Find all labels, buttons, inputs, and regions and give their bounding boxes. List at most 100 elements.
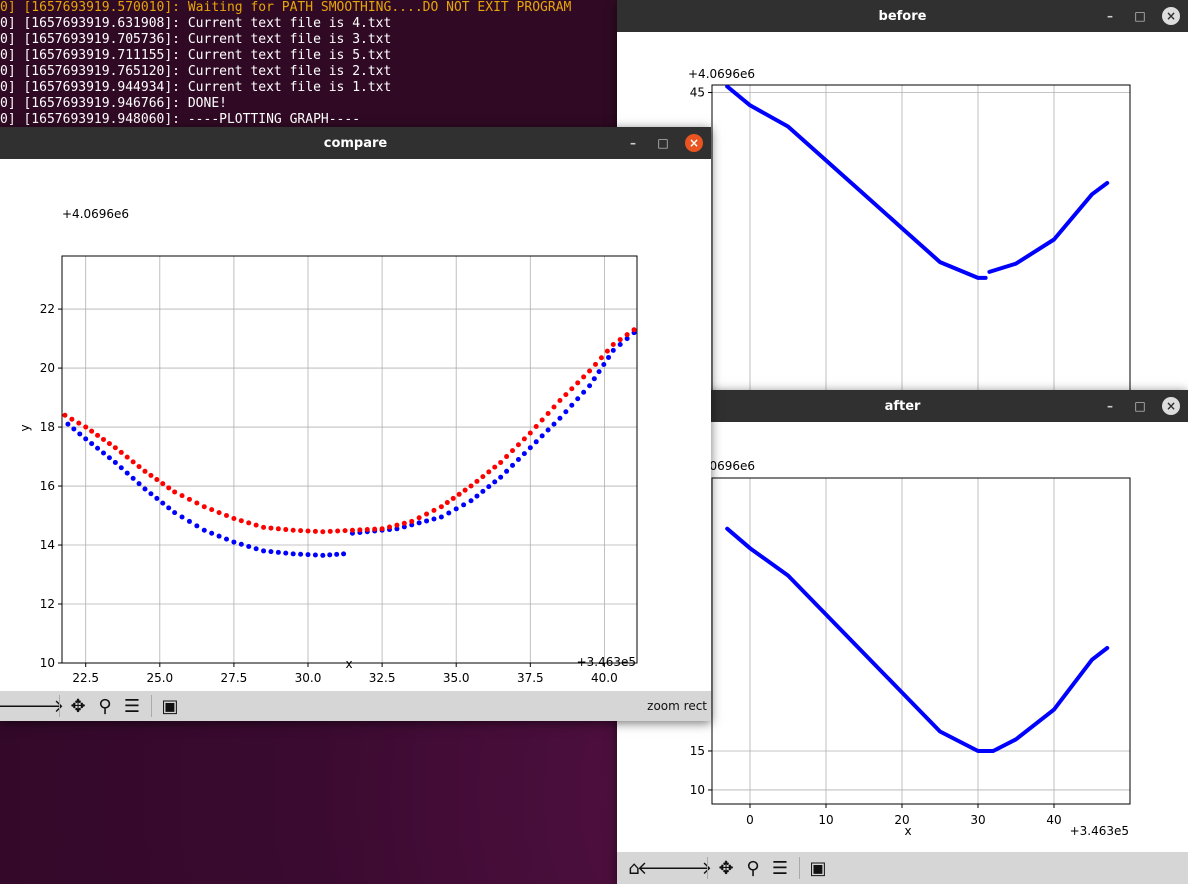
data-point — [231, 515, 237, 521]
data-point — [246, 520, 252, 526]
data-point — [95, 445, 101, 451]
data-point — [453, 506, 459, 512]
data-point — [124, 470, 130, 476]
x-tick-label: 40.0 — [591, 671, 618, 685]
data-point — [357, 527, 363, 533]
forward-arrow-icon[interactable]: 🡒 — [16, 693, 64, 719]
axes-frame — [711, 84, 1131, 394]
data-point — [209, 507, 215, 513]
data-point — [617, 337, 623, 343]
data-point — [569, 402, 575, 408]
data-point — [106, 455, 112, 461]
terminal-window: 0] [1657693919.570010]: Waiting for PATH… — [0, 0, 617, 130]
configure-subplots-icon[interactable]: ☰ — [767, 855, 793, 881]
maximize-icon[interactable]: □ — [1132, 398, 1148, 414]
data-point — [498, 474, 504, 480]
data-point — [581, 389, 587, 395]
x-offset-label: +3.463e5 — [1070, 824, 1129, 838]
data-point — [194, 500, 200, 506]
save-icon[interactable]: ▣ — [157, 693, 183, 719]
toolbar-divider — [799, 857, 800, 879]
y-offset-label: +4.0696e6 — [62, 207, 129, 221]
data-point — [95, 432, 101, 438]
data-point — [312, 528, 318, 534]
data-point — [238, 518, 244, 524]
data-point — [89, 441, 95, 447]
data-point — [601, 362, 607, 368]
data-point — [521, 436, 527, 442]
terminal-line: 0] [1657693919.948060]: ----PLOTTING GRA… — [0, 112, 361, 127]
data-point — [327, 528, 333, 534]
save-icon[interactable]: ▣ — [805, 855, 831, 881]
compare-titlebar[interactable]: compare – □ × — [0, 127, 711, 159]
data-point — [539, 417, 545, 423]
data-point — [569, 386, 575, 392]
data-layer — [725, 85, 1110, 280]
x-tick-label: 37.5 — [517, 671, 544, 685]
toolbar-divider — [707, 857, 708, 879]
data-point — [186, 496, 192, 502]
forward-arrow-icon[interactable]: 🡒 — [664, 855, 712, 881]
data-point — [461, 502, 467, 508]
data-point — [283, 527, 289, 533]
data-point — [136, 481, 142, 487]
y-tick-label: 10 — [40, 656, 55, 670]
data-point — [575, 396, 581, 402]
data-point — [604, 348, 610, 354]
data-point — [610, 341, 616, 347]
zoom-icon[interactable]: ⚲ — [92, 693, 118, 719]
data-point — [231, 539, 237, 545]
data-point — [154, 495, 160, 501]
minimize-icon[interactable]: – — [625, 135, 641, 151]
data-point — [424, 511, 430, 517]
minimize-icon[interactable]: – — [1102, 8, 1118, 24]
y-tick-label: 45 — [690, 86, 705, 100]
series-line — [725, 526, 1110, 753]
minimize-icon[interactable]: – — [1102, 398, 1118, 414]
data-point — [587, 383, 593, 389]
maximize-icon[interactable]: □ — [655, 135, 671, 151]
window-title: after — [884, 398, 921, 414]
data-point — [154, 477, 160, 483]
compare-plot-area[interactable]: 22.5 25.0 27.5 30.0 32.5 35.0 37.5 40.0 10 12 14 16… — [0, 159, 711, 691]
data-point — [372, 526, 378, 532]
data-point — [179, 514, 185, 520]
data-point — [335, 528, 341, 534]
data-point — [142, 486, 148, 492]
data-point — [298, 551, 304, 557]
data-point — [172, 489, 178, 495]
data-point — [581, 374, 587, 380]
data-point — [480, 474, 486, 480]
data-point — [462, 487, 468, 493]
terminal-line: 0] [1657693919.946766]: DONE! — [0, 96, 227, 111]
data-point — [320, 529, 326, 535]
terminal-line: 0] [1657693919.944934]: Current text fil… — [0, 80, 392, 95]
pan-icon[interactable]: ✥ — [713, 855, 739, 881]
close-icon[interactable]: × — [1162, 397, 1180, 415]
compare-chart[interactable]: 22.5 25.0 27.5 30.0 32.5 35.0 37.5 40.0 10 12 14 16… — [0, 159, 711, 691]
x-tick-label: 22.5 — [72, 671, 99, 685]
compare-toolbar: 🡐 🡒 ✥ ⚲ ☰ ▣ zoom rect — [0, 691, 711, 721]
terminal-line: 0] [1657693919.570010]: Waiting for PATH… — [0, 0, 572, 15]
y-tick-label: 16 — [40, 479, 55, 493]
axes-frame — [61, 255, 638, 664]
close-icon[interactable]: × — [685, 134, 703, 152]
maximize-icon[interactable]: □ — [1132, 8, 1148, 24]
data-point — [76, 420, 82, 426]
configure-subplots-icon[interactable]: ☰ — [119, 693, 145, 719]
plot-layer: 22.5 25.0 27.5 30.0 32.5 35.0 37.5 40.0 10 12 14 16… — [40, 255, 638, 685]
pan-icon[interactable]: ✥ — [65, 693, 91, 719]
data-point — [504, 468, 510, 474]
data-point — [533, 423, 539, 429]
x-tick-label: 25.0 — [146, 671, 173, 685]
data-point — [69, 416, 75, 422]
compare-window[interactable]: compare – □ × 22.5 25.0 27.5 30.0 32.5 35.0 37… — [0, 127, 711, 721]
toolbar-divider — [59, 695, 60, 717]
data-point — [575, 380, 581, 386]
axes-frame — [711, 477, 1131, 805]
before-titlebar[interactable]: before – □ × — [617, 0, 1188, 32]
toolbar-status-message: zoom rect — [647, 699, 707, 713]
close-icon[interactable]: × — [1162, 7, 1180, 25]
data-point — [563, 392, 569, 398]
zoom-icon[interactable]: ⚲ — [740, 855, 766, 881]
